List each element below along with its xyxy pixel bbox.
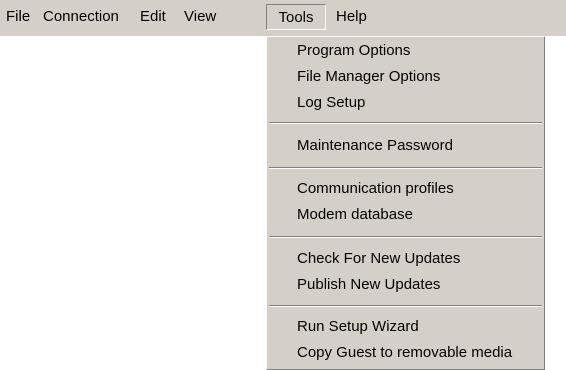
- menu-item-maintenance-password[interactable]: Maintenance Password: [297, 134, 453, 158]
- application-window: File Connection Edit View Tools Help Pro…: [0, 0, 566, 370]
- menu-connection[interactable]: Connection: [43, 5, 119, 29]
- menu-item-publish-new-updates[interactable]: Publish New Updates: [297, 273, 440, 297]
- menu-edit[interactable]: Edit: [140, 5, 166, 29]
- menu-view[interactable]: View: [184, 5, 216, 29]
- menu-item-run-setup-wizard[interactable]: Run Setup Wizard: [297, 315, 419, 339]
- menu-separator: [269, 167, 542, 169]
- menu-item-communication-profiles[interactable]: Communication profiles: [297, 177, 454, 201]
- menu-tools[interactable]: Tools: [266, 4, 326, 30]
- menu-separator: [269, 122, 542, 124]
- menu-item-modem-database[interactable]: Modem database: [297, 203, 413, 227]
- menu-item-log-setup[interactable]: Log Setup: [297, 91, 365, 115]
- menu-item-check-for-new-updates[interactable]: Check For New Updates: [297, 247, 460, 271]
- menu-item-copy-guest-to-removable-media[interactable]: Copy Guest to removable media: [297, 341, 512, 365]
- menu-file[interactable]: File: [6, 5, 30, 29]
- menu-help[interactable]: Help: [336, 5, 367, 29]
- menu-separator: [269, 236, 542, 238]
- menu-bar: File Connection Edit View Tools Help: [0, 0, 566, 36]
- menu-item-program-options[interactable]: Program Options: [297, 39, 410, 63]
- menu-item-file-manager-options[interactable]: File Manager Options: [297, 65, 440, 89]
- tools-dropdown-menu: Program Options File Manager Options Log…: [266, 36, 545, 370]
- menu-separator: [269, 305, 542, 307]
